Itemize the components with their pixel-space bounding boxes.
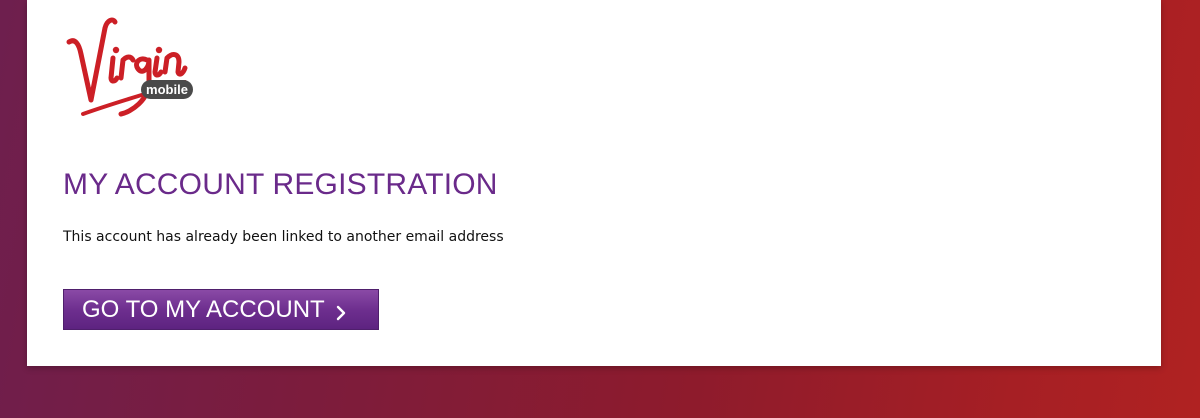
go-to-my-account-label: GO TO MY ACCOUNT (82, 295, 325, 323)
svg-text:mobile: mobile (146, 82, 188, 97)
registration-card: mobile MY ACCOUNT REGISTRATION This acco… (27, 0, 1161, 366)
virgin-mobile-logo: mobile (61, 8, 197, 120)
status-message: This account has already been linked to … (63, 229, 504, 245)
go-to-my-account-button[interactable]: GO TO MY ACCOUNT (63, 289, 379, 330)
chevron-right-icon (335, 301, 347, 320)
page-title: MY ACCOUNT REGISTRATION (63, 168, 498, 201)
